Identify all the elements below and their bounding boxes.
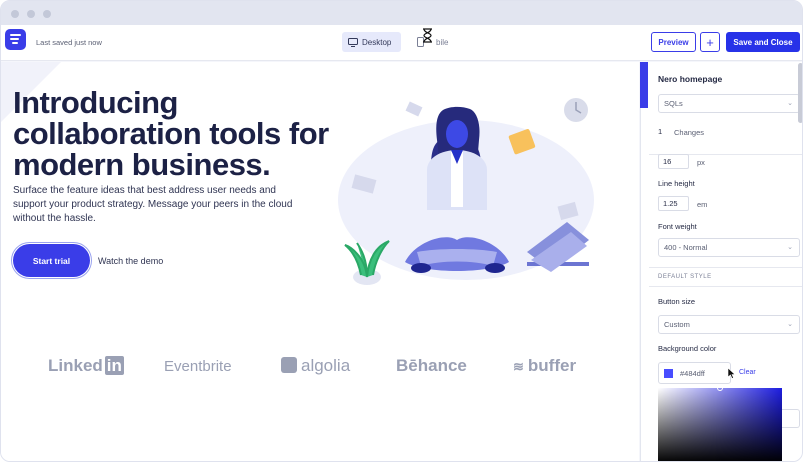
- customer-logos: Linked in Eventbrite algolia Bēhance ≋ buf…: [1, 352, 639, 382]
- bg-color-value: #484dff: [680, 369, 705, 378]
- view-desktop-button[interactable]: Desktop: [342, 32, 401, 52]
- logo-buffer: ≋ buffer: [513, 356, 576, 376]
- buffer-stack-icon: ≋: [513, 359, 524, 374]
- logo-linkedin-text: Linked: [48, 356, 103, 375]
- start-trial-button[interactable]: Start trial: [11, 242, 92, 279]
- bg-color-label: Background color: [658, 344, 717, 353]
- chevron-down-icon: ⌄: [787, 244, 793, 251]
- add-button[interactable]: +: [700, 32, 720, 52]
- chevron-down-icon: ⌄: [787, 100, 793, 107]
- hero-title[interactable]: Introducing collaboration tools for mode…: [13, 87, 343, 180]
- window-dot-minimize[interactable]: [27, 10, 35, 18]
- line-height-input[interactable]: 1.25: [658, 196, 689, 211]
- app-logo-icon[interactable]: [5, 29, 26, 50]
- panel-divider: [649, 286, 802, 287]
- editor-topbar: Last saved just now Desktop bile Preview…: [1, 25, 802, 61]
- logo-algolia: algolia: [281, 356, 350, 376]
- color-picker-handle[interactable]: [717, 385, 723, 391]
- font-size-input[interactable]: 16: [658, 154, 689, 169]
- logo-linkedin: Linked in: [48, 356, 124, 376]
- changes-count: 1: [658, 127, 663, 136]
- button-size-value: Custom: [664, 320, 690, 329]
- view-desktop-label: Desktop: [362, 37, 392, 47]
- logo-behance: Bēhance: [396, 356, 467, 375]
- button-size-select[interactable]: Custom ⌄: [658, 315, 800, 334]
- page-name: Nero homepage: [658, 74, 723, 84]
- editor-window: Last saved just now Desktop bile Preview…: [0, 0, 803, 462]
- bg-color-input[interactable]: #484dff: [658, 362, 731, 384]
- font-weight-value: 400 - Normal: [664, 243, 708, 252]
- button-size-label: Button size: [658, 297, 696, 306]
- logo-buffer-text: buffer: [527, 356, 577, 375]
- color-picker-gradient[interactable]: [658, 385, 782, 461]
- page-canvas[interactable]: Introducing collaboration tools for mode…: [1, 62, 639, 461]
- clear-color-link[interactable]: Clear: [739, 369, 756, 376]
- hero-subtitle[interactable]: Surface the feature ideas that best addr…: [13, 184, 293, 226]
- save-and-close-button[interactable]: Save and Close: [726, 32, 800, 52]
- panel-divider: [649, 267, 802, 268]
- hero-illustration: [338, 98, 594, 285]
- algolia-clock-icon: [281, 357, 297, 373]
- logo-eventbrite: Eventbrite: [164, 358, 232, 375]
- color-swatch[interactable]: [664, 369, 673, 378]
- page-variant-value: SQLs: [664, 99, 683, 108]
- line-height-unit: em: [697, 200, 708, 209]
- mouse-cursor-icon: [728, 368, 736, 379]
- watch-demo-link[interactable]: Watch the demo: [98, 256, 163, 266]
- chevron-down-icon: ⌄: [787, 321, 793, 328]
- page-variant-select[interactable]: SQLs ⌄: [658, 94, 800, 113]
- section-default-style: DEFAULT STYLE: [658, 274, 712, 280]
- style-panel: Nero homepage SQLs ⌄ 1 Changes 16 px Lin…: [640, 62, 802, 461]
- font-weight-label: Font weight: [658, 222, 697, 231]
- changes-link[interactable]: Changes: [674, 128, 704, 137]
- logo-linkedin-in: in: [104, 356, 124, 375]
- font-size-unit: px: [697, 158, 705, 167]
- line-height-label: Line height: [658, 179, 695, 188]
- hourglass-icon: [422, 28, 433, 46]
- window-dot-maximize[interactable]: [43, 10, 51, 18]
- window-dot-close[interactable]: [11, 10, 19, 18]
- logo-algolia-text: algolia: [301, 356, 351, 375]
- preview-button[interactable]: Preview: [651, 32, 696, 52]
- panel-accent-bar: [640, 62, 648, 108]
- font-weight-select[interactable]: 400 - Normal ⌄: [658, 238, 800, 257]
- window-titlebar: [1, 1, 802, 25]
- hidden-select-edge[interactable]: [782, 409, 800, 428]
- save-status: Last saved just now: [36, 38, 102, 47]
- monitor-icon: [348, 37, 358, 47]
- view-mobile-button[interactable]: bile: [411, 32, 463, 52]
- panel-scrollbar[interactable]: [798, 63, 802, 123]
- view-mobile-label: bile: [436, 37, 449, 47]
